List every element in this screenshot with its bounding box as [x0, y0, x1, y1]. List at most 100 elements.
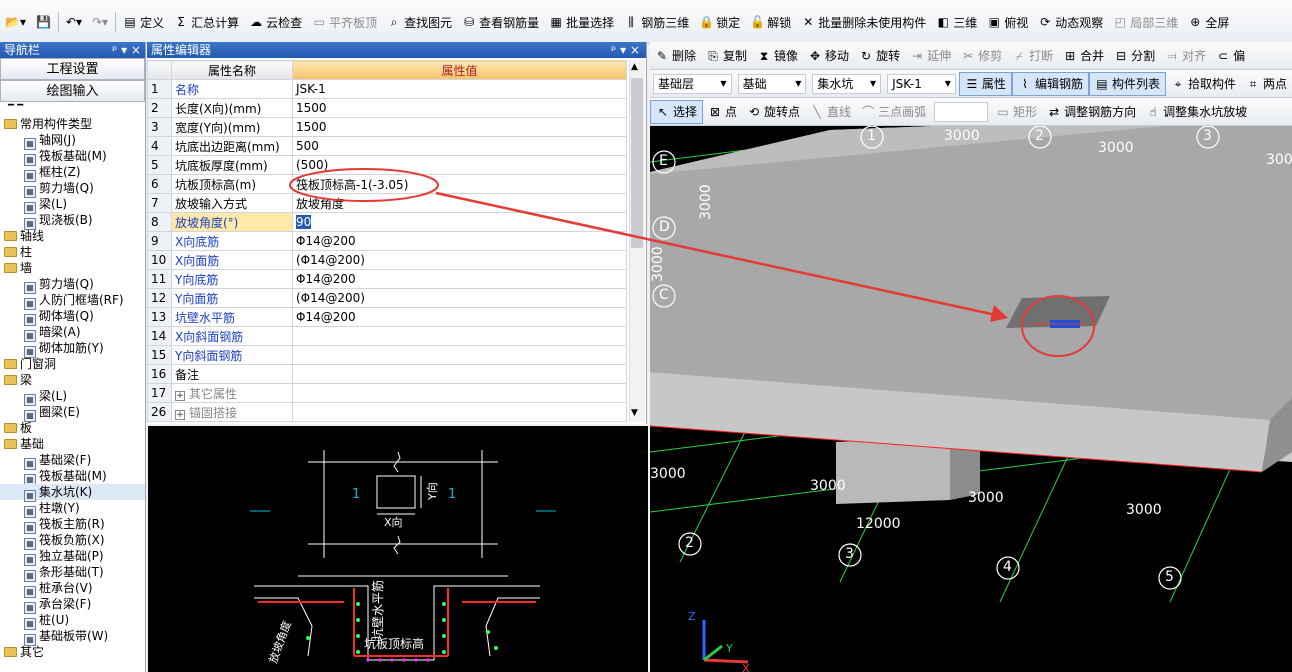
mirror-button[interactable]: ⧗ 镜像	[752, 44, 803, 68]
collapse-all-icon[interactable]: ━ ━	[8, 100, 23, 111]
property-value[interactable]: 筏板顶标高-1(-3.05)	[292, 174, 627, 194]
toolbar-button-8[interactable]: 🔒 锁定	[694, 10, 745, 34]
nav-tree-item[interactable]: 基础	[0, 436, 145, 452]
property-value[interactable]: 90	[292, 212, 627, 232]
two-points-button[interactable]: ⌗ 两点	[1241, 72, 1292, 96]
rect-button[interactable]: ▭ 矩形	[991, 100, 1042, 124]
copy-button[interactable]: ⎘ 复制	[701, 44, 752, 68]
property-value[interactable]: (Φ14@200)	[292, 288, 627, 308]
props-scrollbar-thumb[interactable]	[631, 78, 643, 248]
open-icon[interactable]: 📂▾	[0, 10, 31, 34]
toolbar-button-4[interactable]: ⌕ 查找图元	[382, 10, 457, 34]
layer-dropdown[interactable]: 基础层 ▼	[653, 73, 732, 94]
property-row[interactable]: 4 坑底出边距离(mm) 500	[147, 136, 627, 156]
expand-plus-icon[interactable]: +	[175, 390, 185, 401]
toolbar-button-3[interactable]: ▭ 平齐板顶	[307, 10, 382, 34]
pin-close-icon[interactable]: ᵖ ▾ ×	[611, 42, 646, 58]
nav-tree-item[interactable]: 墙	[0, 260, 145, 276]
property-value[interactable]: 1500	[292, 98, 627, 118]
nav-tree-item[interactable]: ▦ 梁(L)	[0, 196, 145, 214]
toolbar-button-12[interactable]: ▣ 俯视	[982, 10, 1033, 34]
nav-tree-item[interactable]: ▦ 人防门框墙(RF)	[0, 292, 145, 310]
property-row[interactable]: 11 Y向底筋 Φ14@200	[147, 269, 627, 289]
property-value[interactable]: JSK-1	[292, 79, 627, 99]
toolbar-button-0[interactable]: ▤ 定义	[118, 10, 169, 34]
drawing-input-button[interactable]: 绘图输入	[0, 80, 145, 102]
scroll-up-icon[interactable]: ▲	[631, 62, 638, 72]
toolbar-button-2[interactable]: ☁ 云检查	[244, 10, 307, 34]
nav-tree-item[interactable]: 常用构件类型	[0, 116, 145, 132]
extend-button[interactable]: ⇥ 延伸	[905, 44, 956, 68]
nav-tree-item[interactable]: ▦ 柱墩(Y)	[0, 500, 145, 518]
nav-tree-item[interactable]: 门窗洞	[0, 356, 145, 372]
property-value[interactable]: Φ14@200	[292, 231, 627, 251]
member-dropdown[interactable]: JSK-1 ▼	[887, 73, 956, 94]
edit-rebar-button[interactable]: ⌇ 编辑钢筋	[1011, 71, 1089, 96]
nav-tree-item[interactable]: ▦ 集水坑(K)	[0, 484, 145, 502]
nav-tree-item[interactable]: ▦ 桩承台(V)	[0, 580, 145, 598]
nav-tree-item[interactable]: ▦ 砌体加筋(Y)	[0, 340, 145, 358]
nav-tree-item[interactable]: 轴线	[0, 228, 145, 244]
property-row[interactable]: 6 坑板顶标高(m) 筏板顶标高-1(-3.05)	[147, 174, 627, 194]
property-row[interactable]: 12 Y向面筋 (Φ14@200)	[147, 288, 627, 308]
nav-tree-item[interactable]: 梁	[0, 372, 145, 388]
nav-tree-item[interactable]: 其它	[0, 644, 145, 660]
property-row[interactable]: 17 + 其它属性	[147, 383, 627, 403]
property-value[interactable]	[292, 364, 627, 384]
split-button[interactable]: ⊟ 分割	[1109, 44, 1160, 68]
nav-tree-item[interactable]: ▦ 剪力墙(Q)	[0, 180, 145, 198]
nav-tree-item[interactable]: ▦ 基础梁(F)	[0, 452, 145, 470]
category-dropdown[interactable]: 基础 ▼	[737, 73, 807, 94]
toolbar-button-13[interactable]: ⟳ 动态观察	[1033, 10, 1108, 34]
property-row[interactable]: 26 + 锚固搭接	[147, 402, 627, 422]
save-icon[interactable]: 💾	[31, 10, 56, 34]
adjust-pit-slope-button[interactable]: ☝ 调整集水坑放坡	[1141, 100, 1252, 124]
nav-tree-item[interactable]: ▦ 筏板主筋(R)	[0, 516, 145, 534]
type-dropdown[interactable]: 集水坑 ▼	[812, 73, 882, 94]
property-value[interactable]: 500	[292, 136, 627, 156]
toolbar-button-6[interactable]: ▦ 批量选择	[544, 10, 619, 34]
break-button[interactable]: ⌿ 打断	[1007, 44, 1058, 68]
property-row[interactable]: 3 宽度(Y向)(mm) 1500	[147, 117, 627, 137]
toolbar-button-14[interactable]: ◰ 局部三维	[1108, 10, 1183, 34]
property-value[interactable]: (Φ14@200)	[292, 250, 627, 270]
nav-tree-item[interactable]: ▦ 框柱(Z)	[0, 164, 145, 182]
property-value[interactable]	[292, 326, 627, 346]
nav-tree-item[interactable]: ▦ 筏板负筋(X)	[0, 532, 145, 550]
point-button[interactable]: ⊠ 点	[703, 100, 742, 124]
property-row[interactable]: 2 长度(X向)(mm) 1500	[147, 98, 627, 118]
expand-plus-icon[interactable]: +	[175, 409, 185, 420]
toolbar-button-5[interactable]: ⛁ 查看钢筋量	[457, 10, 544, 34]
nav-tree-item[interactable]: ▦ 现浇板(B)	[0, 212, 145, 230]
property-row[interactable]: 15 Y向斜面钢筋	[147, 345, 627, 365]
redo-icon[interactable]: ↷▾	[87, 10, 113, 34]
property-row[interactable]: 8 放坡角度(°) 90	[147, 212, 627, 232]
nav-tree-item[interactable]: ▦ 圈梁(E)	[0, 404, 145, 422]
nav-tree-item[interactable]: ▦ 基础板带(W)	[0, 628, 145, 646]
property-value[interactable]: (500)	[292, 155, 627, 175]
property-row[interactable]: 13 坑壁水平筋 Φ14@200	[147, 307, 627, 327]
nav-tree-item[interactable]: 板	[0, 420, 145, 436]
nav-tree-item[interactable]: ▦ 独立基础(P)	[0, 548, 145, 566]
nav-tree-item[interactable]: ▦ 轴网(J)	[0, 132, 145, 150]
toolbar-button-7[interactable]: ⫼ 钢筋三维	[619, 10, 694, 34]
nav-tree-item[interactable]: ▦ 条形基础(T)	[0, 564, 145, 582]
property-value[interactable]	[292, 402, 627, 422]
project-settings-button[interactable]: 工程设置	[0, 58, 145, 80]
property-row[interactable]: 7 放坡输入方式 放坡角度	[147, 193, 627, 213]
nav-tree-item[interactable]: ▦ 承台梁(F)	[0, 596, 145, 614]
nav-tree-item[interactable]: ▦ 梁(L)	[0, 388, 145, 406]
delete-button[interactable]: ✎ 删除	[650, 44, 701, 68]
rotate-button[interactable]: ↻ 旋转	[854, 44, 905, 68]
merge-button[interactable]: ⊞ 合并	[1058, 44, 1109, 68]
scroll-down-icon[interactable]: ▼	[631, 408, 638, 418]
move-button[interactable]: ✥ 移动	[803, 44, 854, 68]
adjust-rebar-direction-button[interactable]: ⇄ 调整钢筋方向	[1042, 100, 1141, 124]
property-row[interactable]: 10 X向面筋 (Φ14@200)	[147, 250, 627, 270]
toolbar-button-9[interactable]: 🔓 解锁	[745, 10, 796, 34]
line-button[interactable]: ╲ 直线	[805, 100, 856, 124]
property-value[interactable]	[292, 345, 627, 365]
property-row[interactable]: 9 X向底筋 Φ14@200	[147, 231, 627, 251]
property-row[interactable]: 1 名称 JSK-1	[147, 79, 627, 99]
property-value[interactable]: 放坡角度	[292, 193, 627, 213]
